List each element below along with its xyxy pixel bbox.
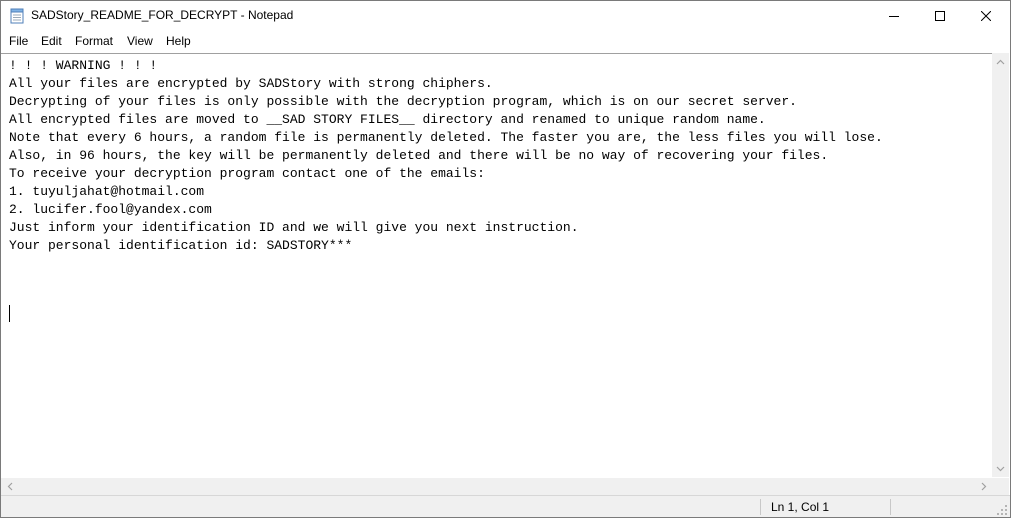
cursor-position: Ln 1, Col 1 bbox=[771, 500, 830, 514]
status-divider bbox=[890, 499, 891, 515]
vertical-scrollbar[interactable] bbox=[992, 53, 1009, 477]
status-bar: Ln 1, Col 1 bbox=[1, 495, 1010, 517]
close-icon bbox=[981, 11, 991, 21]
editor-line: Just inform your identification ID and w… bbox=[9, 220, 579, 235]
minimize-icon bbox=[889, 16, 899, 17]
editor-line: Decrypting of your files is only possibl… bbox=[9, 94, 797, 109]
chevron-down-icon bbox=[996, 466, 1005, 471]
editor-line: All your files are encrypted by SADStory… bbox=[9, 76, 493, 91]
editor-line: Note that every 6 hours, a random file i… bbox=[9, 130, 883, 145]
chevron-right-icon bbox=[981, 482, 986, 491]
menu-edit[interactable]: Edit bbox=[40, 33, 63, 50]
notepad-icon bbox=[10, 8, 24, 24]
editor-line: All encrypted files are moved to __SAD S… bbox=[9, 112, 766, 127]
maximize-button[interactable] bbox=[917, 1, 963, 31]
window-title: SADStory_README_FOR_DECRYPT - Notepad bbox=[31, 8, 294, 22]
horizontal-scrollbar[interactable] bbox=[1, 478, 992, 495]
resize-grip-icon[interactable] bbox=[996, 504, 1008, 516]
editor-line: ! ! ! WARNING ! ! ! bbox=[9, 58, 158, 73]
menu-file[interactable]: File bbox=[8, 33, 29, 50]
notepad-window: SADStory_README_FOR_DECRYPT - Notepad Fi… bbox=[0, 0, 1011, 518]
scroll-down-button[interactable] bbox=[992, 460, 1009, 477]
scrollbar-corner bbox=[992, 478, 1009, 495]
editor-line: Also, in 96 hours, the key will be perma… bbox=[9, 148, 829, 163]
editor-line: 2. lucifer.fool@yandex.com bbox=[9, 202, 212, 217]
editor-content: ! ! ! WARNING ! ! ! All your files are en… bbox=[9, 57, 883, 255]
menu-bar: File Edit Format View Help bbox=[1, 31, 1010, 52]
close-button[interactable] bbox=[963, 1, 1009, 31]
editor-line: To receive your decryption program conta… bbox=[9, 166, 485, 181]
scroll-up-button[interactable] bbox=[992, 53, 1009, 70]
editor-line: Your personal identification id: SADSTOR… bbox=[9, 238, 353, 253]
menu-help[interactable]: Help bbox=[165, 33, 192, 50]
status-divider bbox=[760, 499, 761, 515]
text-editor[interactable]: ! ! ! WARNING ! ! ! All your files are en… bbox=[1, 53, 992, 478]
text-caret bbox=[9, 305, 10, 322]
chevron-up-icon bbox=[996, 59, 1005, 64]
editor-line: 1. tuyuljahat@hotmail.com bbox=[9, 184, 205, 199]
title-bar[interactable]: SADStory_README_FOR_DECRYPT - Notepad bbox=[1, 1, 1010, 31]
scroll-left-button[interactable] bbox=[1, 478, 18, 495]
menu-view[interactable]: View bbox=[126, 33, 154, 50]
menu-format[interactable]: Format bbox=[74, 33, 114, 50]
maximize-icon bbox=[935, 11, 945, 21]
chevron-left-icon bbox=[7, 482, 12, 491]
minimize-button[interactable] bbox=[871, 1, 917, 31]
scroll-right-button[interactable] bbox=[975, 478, 992, 495]
